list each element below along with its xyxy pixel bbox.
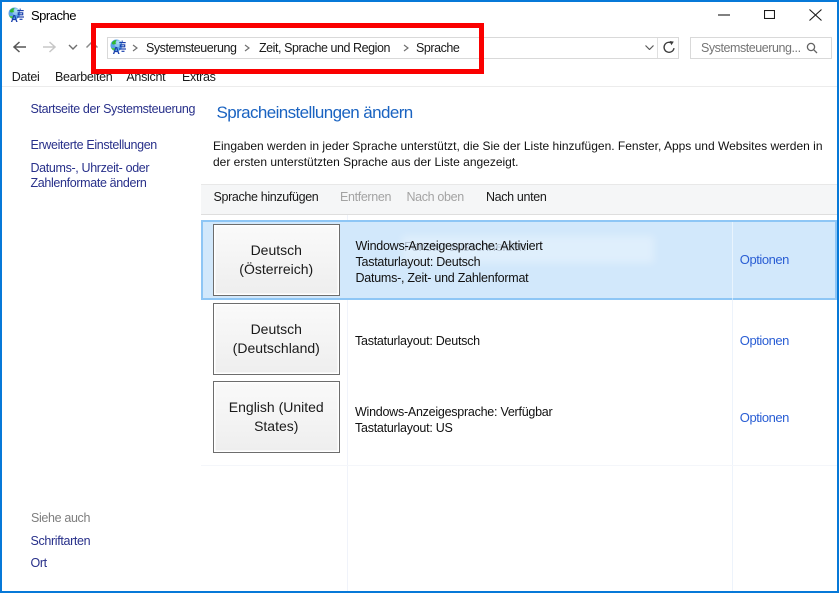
svg-text:A: A xyxy=(11,14,18,23)
